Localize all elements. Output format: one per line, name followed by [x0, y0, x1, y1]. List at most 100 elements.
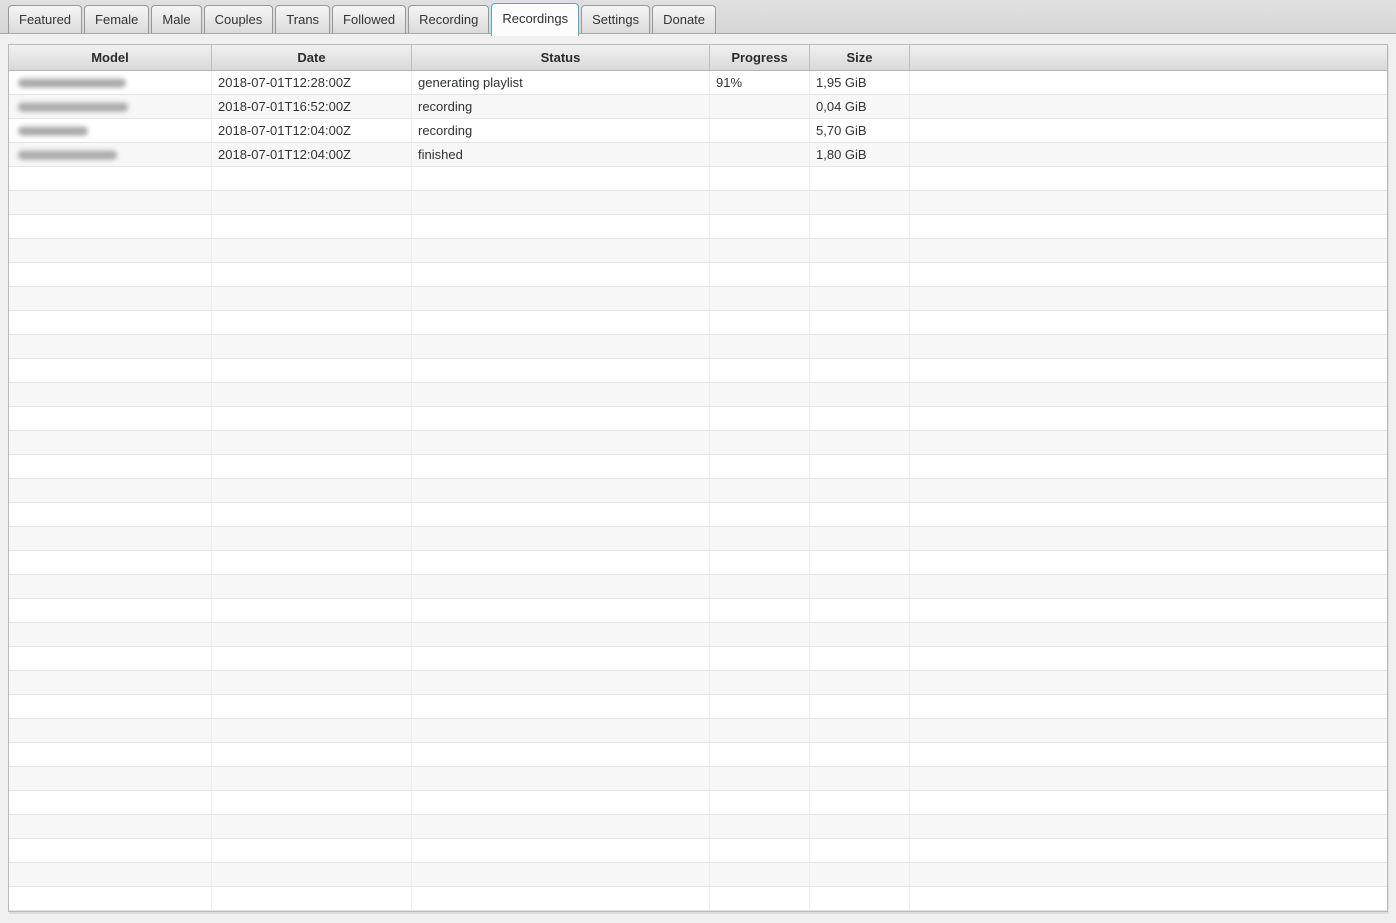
- cell-progress: [710, 671, 810, 695]
- cell-date: [212, 575, 412, 599]
- cell-status: [412, 815, 710, 839]
- cell-progress: [710, 407, 810, 431]
- column-header-status[interactable]: Status: [412, 45, 710, 71]
- cell-date: [212, 503, 412, 527]
- cell-model: [9, 575, 212, 599]
- table-row-empty: [9, 767, 1387, 791]
- table-row-empty: [9, 863, 1387, 887]
- table-row-empty: [9, 623, 1387, 647]
- cell-date: [212, 527, 412, 551]
- cell-progress: [710, 335, 810, 359]
- cell-size: [810, 455, 910, 479]
- table-row[interactable]: 2018-07-01T12:04:00Zrecording5,70 GiB: [9, 119, 1387, 143]
- cell-status: [412, 719, 710, 743]
- cell-date: [212, 407, 412, 431]
- table-row[interactable]: 2018-07-01T16:52:00Zrecording0,04 GiB: [9, 95, 1387, 119]
- cell-model: [9, 599, 212, 623]
- cell-progress: [710, 167, 810, 191]
- cell-extra: [910, 503, 1387, 527]
- cell-model: [9, 71, 212, 95]
- column-header-blank[interactable]: [910, 45, 1387, 71]
- tab-female[interactable]: Female: [84, 5, 149, 33]
- redacted-model-name: [18, 150, 117, 160]
- cell-model: [9, 887, 212, 911]
- cell-progress: [710, 455, 810, 479]
- cell-date: [212, 479, 412, 503]
- table-body: 2018-07-01T12:28:00Zgenerating playlist9…: [9, 71, 1387, 911]
- table-row-empty: [9, 575, 1387, 599]
- cell-status: [412, 599, 710, 623]
- cell-extra: [910, 599, 1387, 623]
- column-header-size[interactable]: Size: [810, 45, 910, 71]
- cell-status: [412, 383, 710, 407]
- cell-date: [212, 671, 412, 695]
- cell-size: [810, 287, 910, 311]
- table-row-empty: [9, 647, 1387, 671]
- cell-extra: [910, 671, 1387, 695]
- table-row[interactable]: 2018-07-01T12:28:00Zgenerating playlist9…: [9, 71, 1387, 95]
- cell-extra: [910, 407, 1387, 431]
- tab-couples[interactable]: Couples: [204, 5, 274, 33]
- table-row-empty: [9, 359, 1387, 383]
- cell-extra: [910, 455, 1387, 479]
- cell-status: [412, 503, 710, 527]
- tab-recording[interactable]: Recording: [408, 5, 489, 33]
- tab-followed[interactable]: Followed: [332, 5, 406, 33]
- table-row-empty: [9, 719, 1387, 743]
- cell-date: [212, 215, 412, 239]
- cell-date: [212, 239, 412, 263]
- cell-extra: [910, 215, 1387, 239]
- column-header-model[interactable]: Model: [9, 45, 212, 71]
- cell-status: [412, 311, 710, 335]
- tab-donate[interactable]: Donate: [652, 5, 716, 33]
- cell-model: [9, 767, 212, 791]
- cell-status: [412, 167, 710, 191]
- table-row-empty: [9, 191, 1387, 215]
- cell-model: [9, 359, 212, 383]
- table-row[interactable]: 2018-07-01T12:04:00Zfinished1,80 GiB: [9, 143, 1387, 167]
- tab-male[interactable]: Male: [151, 5, 201, 33]
- cell-extra: [910, 95, 1387, 119]
- cell-progress: [710, 767, 810, 791]
- cell-progress: [710, 359, 810, 383]
- cell-size: [810, 527, 910, 551]
- cell-status: [412, 647, 710, 671]
- column-header-date[interactable]: Date: [212, 45, 412, 71]
- tab-featured[interactable]: Featured: [8, 5, 82, 33]
- cell-date: [212, 359, 412, 383]
- cell-model: [9, 815, 212, 839]
- cell-model: [9, 503, 212, 527]
- cell-size: 1,80 GiB: [810, 143, 910, 167]
- cell-date: [212, 863, 412, 887]
- tab-settings[interactable]: Settings: [581, 5, 650, 33]
- cell-extra: [910, 431, 1387, 455]
- cell-date: [212, 551, 412, 575]
- table-row-empty: [9, 551, 1387, 575]
- cell-date: [212, 647, 412, 671]
- column-header-progress[interactable]: Progress: [710, 45, 810, 71]
- tab-recordings[interactable]: Recordings: [491, 3, 579, 36]
- cell-progress: [710, 743, 810, 767]
- cell-date: [212, 695, 412, 719]
- cell-extra: [910, 239, 1387, 263]
- cell-status: [412, 335, 710, 359]
- table-row-empty: [9, 431, 1387, 455]
- cell-extra: [910, 287, 1387, 311]
- cell-progress: [710, 791, 810, 815]
- cell-model: [9, 695, 212, 719]
- cell-model: [9, 719, 212, 743]
- cell-extra: [910, 263, 1387, 287]
- cell-extra: [910, 839, 1387, 863]
- cell-progress: [710, 695, 810, 719]
- cell-status: [412, 575, 710, 599]
- cell-extra: [910, 71, 1387, 95]
- cell-model: [9, 167, 212, 191]
- cell-status: [412, 671, 710, 695]
- tab-trans[interactable]: Trans: [275, 5, 330, 33]
- cell-progress: [710, 143, 810, 167]
- cell-progress: [710, 863, 810, 887]
- cell-status: [412, 359, 710, 383]
- cell-progress: [710, 647, 810, 671]
- cell-extra: [910, 191, 1387, 215]
- cell-status: [412, 839, 710, 863]
